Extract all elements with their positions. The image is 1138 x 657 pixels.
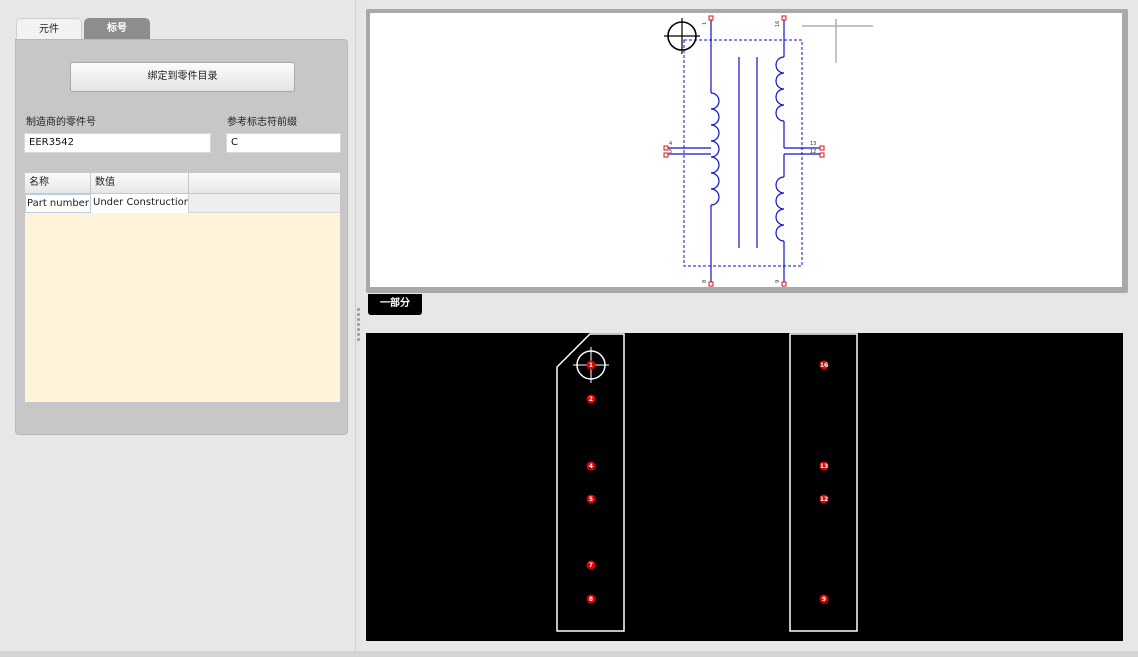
pad-label: 7	[589, 562, 593, 569]
pin-label: 5	[669, 149, 672, 155]
column-header-value[interactable]: 数值	[91, 173, 189, 194]
cursor-cross-icon	[802, 19, 873, 63]
reference-prefix-label: 参考标志符前缀	[227, 117, 297, 128]
primary-winding	[666, 19, 720, 285]
window-bottom-edge	[0, 651, 1138, 657]
origin-crosshair-icon	[664, 18, 700, 54]
schematic-canvas[interactable]: 1 16 4 5 13 12 8 9	[370, 13, 1122, 287]
bind-to-catalog-button[interactable]: 绑定到零件目录	[70, 62, 295, 92]
pad-label: 4	[589, 463, 593, 470]
property-table: 名称 数值 Part number Under Construction	[24, 172, 341, 403]
grip-dot	[357, 313, 360, 316]
pad-label: 13	[820, 463, 828, 470]
grip-dot	[357, 328, 360, 331]
grip-dot	[357, 323, 360, 326]
grip-dot	[357, 333, 360, 336]
pad-label: 2	[589, 396, 593, 403]
component-body-outline	[683, 39, 803, 267]
tab-component[interactable]: 元件	[16, 18, 82, 40]
grip-dot	[357, 308, 360, 311]
pad-4[interactable]: 4	[586, 461, 596, 471]
pad-layer: 1245781613129	[586, 360, 829, 604]
column-header-name[interactable]: 名称	[25, 173, 91, 194]
pad-2[interactable]: 2	[586, 394, 596, 404]
footprint-outline-right	[789, 333, 858, 632]
pad-8[interactable]: 8	[586, 594, 596, 604]
pin-label: 16	[775, 21, 781, 27]
pin-label: 9	[775, 280, 781, 283]
manufacturer-part-input[interactable]: EER3542	[24, 133, 211, 153]
pad-16[interactable]: 16	[819, 360, 829, 370]
pad-label: 9	[822, 596, 826, 603]
app-window: 元件 标号 绑定到零件目录 制造商的零件号 参考标志符前缀 EER3542 C …	[0, 0, 1138, 657]
reference-prefix-input[interactable]: C	[226, 133, 341, 153]
pin-label: 12	[810, 149, 816, 155]
pin-label: 8	[702, 280, 708, 283]
pad-1[interactable]: 1	[586, 360, 596, 370]
grip-dot	[357, 318, 360, 321]
footprint-tab-button[interactable]: 一部分	[368, 294, 422, 315]
pad-7[interactable]: 7	[586, 560, 596, 570]
pad-label: 5	[589, 496, 593, 503]
property-name-cell[interactable]: Part number	[25, 194, 91, 213]
schematic-frame: 1 16 4 5 13 12 8 9	[366, 9, 1128, 293]
pin-label: 4	[669, 141, 672, 147]
pin-label: 1	[702, 22, 708, 25]
pad-13[interactable]: 13	[819, 461, 829, 471]
component-properties-panel: 元件 标号 绑定到零件目录 制造商的零件号 参考标志符前缀 EER3542 C …	[0, 0, 356, 657]
pin-markers	[663, 15, 825, 287]
pad-label: 1	[589, 362, 593, 369]
pad-label: 12	[820, 496, 828, 503]
pad-12[interactable]: 12	[819, 494, 829, 504]
property-table-header: 名称 数值	[25, 173, 340, 194]
preview-panel: 1 16 4 5 13 12 8 9 一部分 1 2 4 5 7 8 16 13 12 9	[362, 0, 1138, 657]
pin-label: 13	[810, 141, 816, 147]
grip-dot	[357, 338, 360, 341]
pcb-footprint-canvas[interactable]: 1245781613129	[366, 333, 1123, 641]
table-row[interactable]: Part number Under Construction	[25, 194, 340, 213]
tab-label[interactable]: 标号	[84, 18, 150, 40]
pad-5[interactable]: 5	[586, 494, 596, 504]
pad-label: 8	[589, 596, 593, 603]
manufacturer-part-label: 制造商的零件号	[26, 117, 96, 128]
property-value-cell[interactable]: Under Construction	[91, 194, 189, 213]
pad-9[interactable]: 9	[819, 594, 829, 604]
pad-label: 16	[820, 362, 828, 369]
transformer-core	[738, 57, 758, 248]
